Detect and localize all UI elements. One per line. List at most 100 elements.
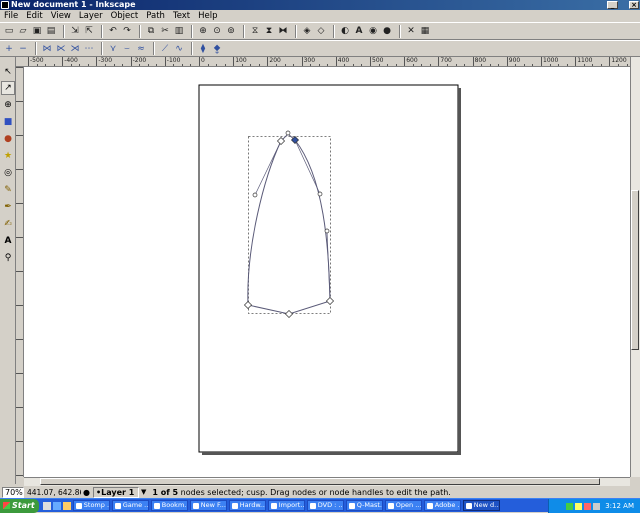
taskbar-button[interactable]: Stomp ... xyxy=(72,500,110,511)
insert-node-icon[interactable]: + xyxy=(3,43,15,55)
clone-icon[interactable]: ⧗ xyxy=(263,25,275,37)
undo-icon[interactable]: ↶ xyxy=(107,25,119,37)
open-file-icon[interactable]: ▱ xyxy=(17,25,29,37)
menu-layer[interactable]: Layer xyxy=(79,11,103,21)
vertical-scroll-thumb[interactable] xyxy=(631,190,639,350)
cut-icon[interactable]: ✂ xyxy=(159,25,171,37)
break-path-icon[interactable]: ⋉ xyxy=(55,43,67,55)
taskbar-button[interactable]: Import... xyxy=(267,500,305,511)
node-handle[interactable] xyxy=(317,191,323,197)
node-tool-icon[interactable]: ↗ xyxy=(1,81,15,95)
zoom-selection-icon[interactable]: ⊕ xyxy=(197,25,209,37)
document-properties-icon[interactable]: ▦ xyxy=(419,25,431,37)
taskbar-button[interactable]: Q-Mast... xyxy=(345,500,383,511)
star-tool-icon[interactable]: ★ xyxy=(1,149,15,163)
pen-tool-icon[interactable]: ✒ xyxy=(1,200,15,214)
preferences-icon[interactable]: ✕ xyxy=(405,25,417,37)
taskbar-button[interactable]: DVD : ... xyxy=(306,500,344,511)
taskbar-button-label: Q-Mast... xyxy=(356,501,383,509)
horizontal-scroll-thumb[interactable] xyxy=(40,478,600,485)
copy-icon[interactable]: ⧉ xyxy=(145,25,157,37)
stroke-to-path-icon[interactable]: ⧪ xyxy=(211,43,223,55)
minimize-button[interactable]: _ xyxy=(607,1,618,9)
symmetric-node-icon[interactable]: ≈ xyxy=(135,43,147,55)
taskbar-button[interactable]: Hardw... xyxy=(228,500,266,511)
export-icon[interactable]: ⇱ xyxy=(83,25,95,37)
duplicate-icon[interactable]: ⧖ xyxy=(249,25,261,37)
ellipse-tool-icon[interactable]: ● xyxy=(1,132,15,146)
canvas-drawing[interactable] xyxy=(24,67,630,477)
node-handle[interactable] xyxy=(285,130,291,136)
save-icon[interactable]: ▣ xyxy=(31,25,43,37)
menu-help[interactable]: Help xyxy=(198,11,217,21)
clock[interactable]: 3:12 AM xyxy=(605,502,634,510)
task-app-icon xyxy=(231,502,238,509)
redo-icon[interactable]: ↷ xyxy=(121,25,133,37)
text-font-icon[interactable]: A xyxy=(353,25,365,37)
ruler-tick xyxy=(16,407,23,408)
inkscape-app-icon xyxy=(1,1,9,9)
node-handle[interactable] xyxy=(324,228,330,234)
layer-selector[interactable]: •Layer 1 xyxy=(93,486,139,498)
menu-file[interactable]: File xyxy=(4,11,18,21)
tray-icon[interactable] xyxy=(584,502,592,510)
taskbar-button[interactable]: New d... xyxy=(462,500,500,511)
menu-bar: File Edit View Layer Object Path Text He… xyxy=(0,10,640,22)
zoom-drawing-icon[interactable]: ⊙ xyxy=(211,25,223,37)
ruler-tick xyxy=(16,67,23,68)
import-icon[interactable]: ⇲ xyxy=(69,25,81,37)
start-button[interactable]: Start xyxy=(0,498,39,513)
xml-editor-icon[interactable]: ◉ xyxy=(367,25,379,37)
selector-tool-icon[interactable]: ↖ xyxy=(1,65,15,79)
zoom-tool-icon[interactable]: ⊕ xyxy=(1,98,15,112)
menu-path[interactable]: Path xyxy=(146,11,165,21)
taskbar-button[interactable]: New F... xyxy=(189,500,227,511)
taskbar-button[interactable]: Bookm... xyxy=(150,500,188,511)
segment-curve-icon[interactable]: ∿ xyxy=(173,43,185,55)
layer-dropdown-icon[interactable]: ▼ xyxy=(141,488,146,496)
pencil-tool-icon[interactable]: ✎ xyxy=(1,183,15,197)
menu-object[interactable]: Object xyxy=(111,11,139,21)
tray-icon[interactable] xyxy=(566,502,574,510)
menu-text[interactable]: Text xyxy=(173,11,190,21)
paste-icon[interactable]: ▥ xyxy=(173,25,185,37)
menu-view[interactable]: View xyxy=(51,11,71,21)
unlink-clone-icon[interactable]: ⧓ xyxy=(277,25,289,37)
fill-stroke-icon[interactable]: ◐ xyxy=(339,25,351,37)
rectangle-tool-icon[interactable]: ■ xyxy=(1,115,15,129)
tray-icon[interactable] xyxy=(593,502,601,510)
zoom-field[interactable]: 70% xyxy=(2,486,24,498)
ungroup-icon[interactable]: ◇ xyxy=(315,25,327,37)
print-icon[interactable]: ▤ xyxy=(45,25,57,37)
spiral-tool-icon[interactable]: ◎ xyxy=(1,166,15,180)
delete-node-icon[interactable]: − xyxy=(17,43,29,55)
group-icon[interactable]: ◈ xyxy=(301,25,313,37)
taskbar-button[interactable]: Open ... xyxy=(384,500,422,511)
quicklaunch-browser-icon[interactable] xyxy=(52,501,61,510)
windows-logo-icon xyxy=(3,502,10,509)
quicklaunch-desktop-icon[interactable] xyxy=(42,501,51,510)
layer-lock-icon[interactable]: ● xyxy=(83,488,90,497)
drawing-canvas[interactable] xyxy=(24,67,630,477)
delete-segment-icon[interactable]: ⋯ xyxy=(83,43,95,55)
tray-icon[interactable] xyxy=(575,502,583,510)
quicklaunch-folder-icon[interactable] xyxy=(62,501,71,510)
menu-edit[interactable]: Edit xyxy=(26,11,42,21)
new-document-icon[interactable]: ▭ xyxy=(3,25,15,37)
taskbar-button[interactable]: Game ... xyxy=(111,500,149,511)
dropper-tool-icon[interactable]: ⚲ xyxy=(1,251,15,265)
object-to-path-icon[interactable]: ⧫ xyxy=(197,43,209,55)
window-titlebar[interactable]: New document 1 - Inkscape xyxy=(0,0,640,10)
segment-line-icon[interactable]: ⟋ xyxy=(159,43,171,55)
close-button[interactable]: × xyxy=(629,1,639,9)
taskbar-button[interactable]: Adobe ... xyxy=(423,500,461,511)
text-tool-icon[interactable]: A xyxy=(1,234,15,248)
join-nodes-icon[interactable]: ⋈ xyxy=(41,43,53,55)
join-segment-icon[interactable]: ⋊ xyxy=(69,43,81,55)
align-icon[interactable]: ● xyxy=(381,25,393,37)
node-handle[interactable] xyxy=(252,192,258,198)
smooth-node-icon[interactable]: ⌣ xyxy=(121,43,133,55)
cusp-node-icon[interactable]: ⋎ xyxy=(107,43,119,55)
zoom-page-icon[interactable]: ⊚ xyxy=(225,25,237,37)
calligraphy-tool-icon[interactable]: ✍ xyxy=(1,217,15,231)
